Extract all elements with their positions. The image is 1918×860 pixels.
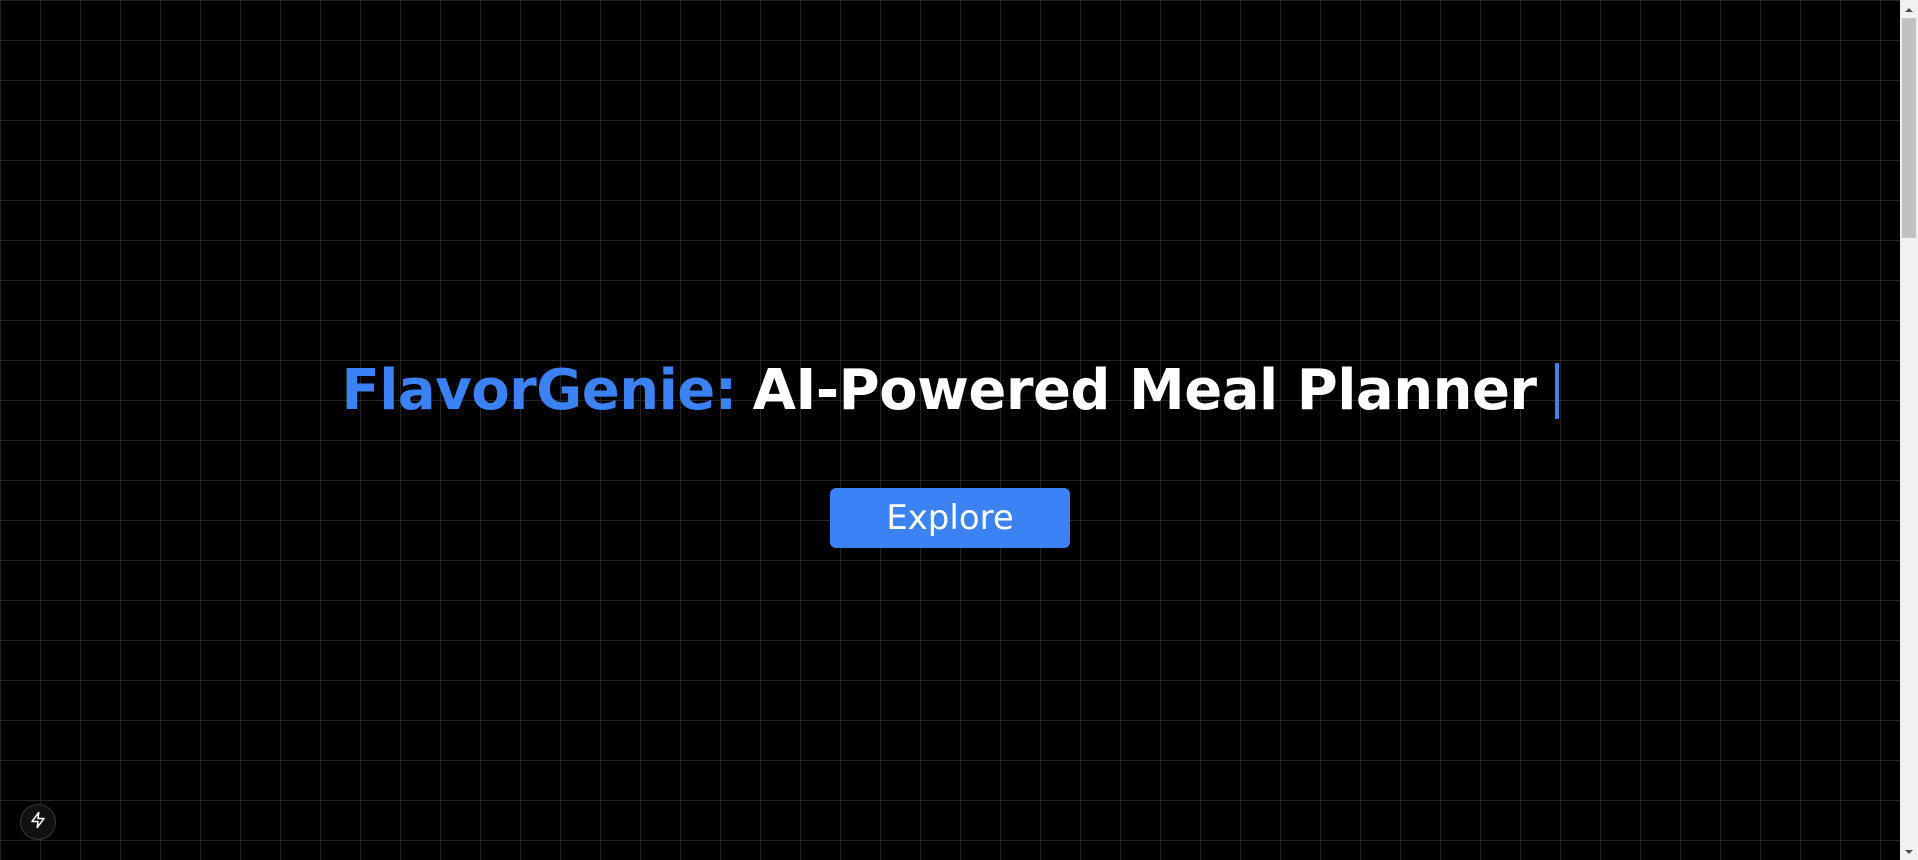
hero-section: FlavorGenie: AI-Powered Meal Planner — [0, 355, 1900, 427]
dev-tools-button[interactable] — [20, 804, 56, 840]
typing-caret — [1554, 363, 1559, 419]
vertical-scrollbar[interactable] — [1900, 0, 1918, 860]
scrollbar-thumb[interactable] — [1902, 18, 1916, 238]
chevron-up-icon — [1904, 0, 1914, 19]
chevron-down-icon — [1904, 842, 1914, 860]
page: FlavorGenie: AI-Powered Meal Planner Exp… — [0, 0, 1918, 860]
hero-headline: FlavorGenie: AI-Powered Meal Planner — [341, 355, 1559, 427]
brand-name: FlavorGenie: — [341, 358, 737, 423]
lightning-bolt-icon — [29, 811, 47, 833]
scroll-down-button[interactable] — [1900, 842, 1918, 860]
explore-button[interactable]: Explore — [830, 488, 1070, 548]
hero-tagline: AI-Powered Meal Planner — [752, 358, 1537, 423]
scroll-up-button[interactable] — [1900, 0, 1918, 18]
grid-background — [0, 0, 1900, 860]
